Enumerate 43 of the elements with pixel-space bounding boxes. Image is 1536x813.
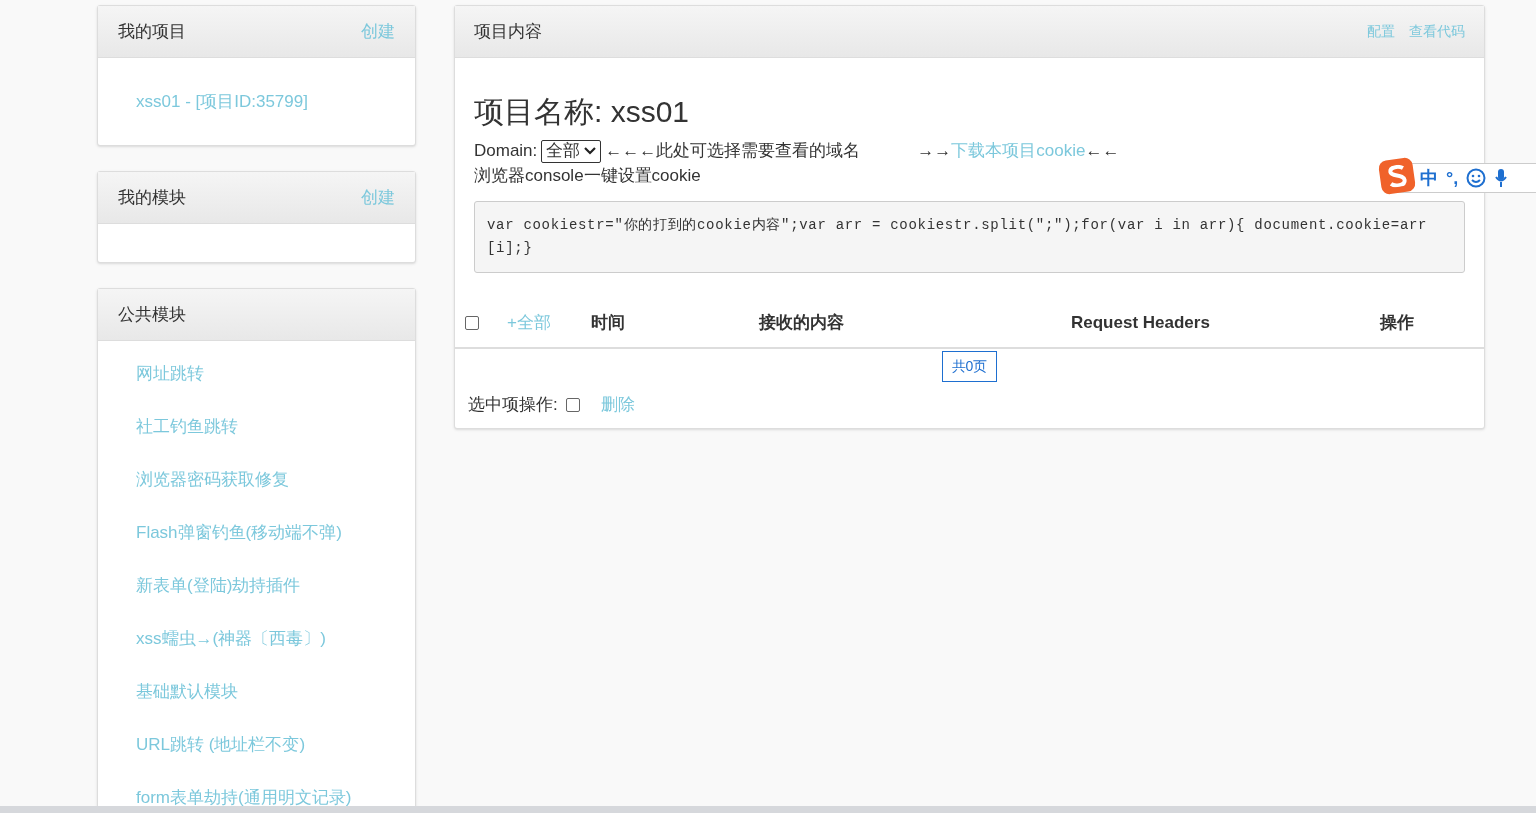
column-header: 操作 <box>1380 312 1414 335</box>
ime-toggle[interactable]: °, <box>1446 164 1459 192</box>
create-link[interactable]: 创建 <box>361 184 395 211</box>
column-header: 接收的内容 <box>759 312 845 335</box>
page-count-button[interactable]: 共0页 <box>941 351 998 382</box>
panel-title: 我的项目 <box>118 20 186 43</box>
domain-label: Domain: <box>474 140 538 163</box>
code-block: var cookiestr="你的打到的cookie内容";var arr = cookiestr.split(";");for(var i in arr){ document.cookie=arr[i];} <box>474 201 1465 273</box>
module-link[interactable]: Flash弹窗钓鱼(移动端不弹) <box>136 520 377 545</box>
bulk-label: 选中项操作: <box>468 394 558 417</box>
domain-hint: ←←←此处可选择需要查看的域名 <box>605 140 862 163</box>
checkbox[interactable] <box>565 398 580 412</box>
column-header: Request Headers <box>1071 312 1211 335</box>
select-all-link[interactable]: +全部 <box>507 310 591 336</box>
project-name: 项目名称: xss01 <box>474 94 691 130</box>
panel-title: 项目内容 <box>474 20 542 43</box>
panel-title: 公共模块 <box>118 303 186 326</box>
create-link[interactable]: 创建 <box>361 18 395 45</box>
delete-link[interactable]: 删除 <box>600 392 635 418</box>
smiley-icon[interactable] <box>1466 168 1487 188</box>
arrow-text: →→ <box>917 140 952 163</box>
column-header: 时间 <box>591 312 626 335</box>
header-link[interactable]: 配置 <box>1367 21 1395 42</box>
console-hint: 浏览器console一键设置cookie <box>474 165 701 187</box>
module-link[interactable]: 基础默认模块 <box>136 679 377 704</box>
module-link[interactable]: 社工钓鱼跳转 <box>136 414 377 439</box>
ime-toggle[interactable]: 中 <box>1420 164 1438 192</box>
arrow-text: ←← <box>1085 140 1120 163</box>
header-link[interactable]: 查看代码 <box>1409 21 1465 42</box>
panel-title: 我的模块 <box>118 186 186 209</box>
module-link[interactable]: form表单劫持(通用明文记录) <box>136 785 377 810</box>
horizontal-scrollbar[interactable] <box>0 806 1536 813</box>
module-link[interactable]: xss01 - [项目ID:35799] <box>136 88 377 115</box>
download-link[interactable]: 下载本项目cookie <box>951 138 1086 164</box>
caret-icon <box>584 147 597 155</box>
module-link[interactable]: 网址跳转 <box>136 361 377 386</box>
module-link[interactable]: 新表单(登陆)劫持插件 <box>136 573 377 598</box>
checkbox[interactable] <box>465 316 479 330</box>
microphone-icon[interactable] <box>1494 168 1509 188</box>
module-link[interactable]: xss蠕虫→(神器〔西毒〕) <box>136 626 377 651</box>
domain-select[interactable]: 全部 <box>541 139 602 163</box>
module-link[interactable]: 浏览器密码获取修复 <box>136 467 377 492</box>
module-link[interactable]: URL跳转 (地址栏不变) <box>136 732 377 757</box>
